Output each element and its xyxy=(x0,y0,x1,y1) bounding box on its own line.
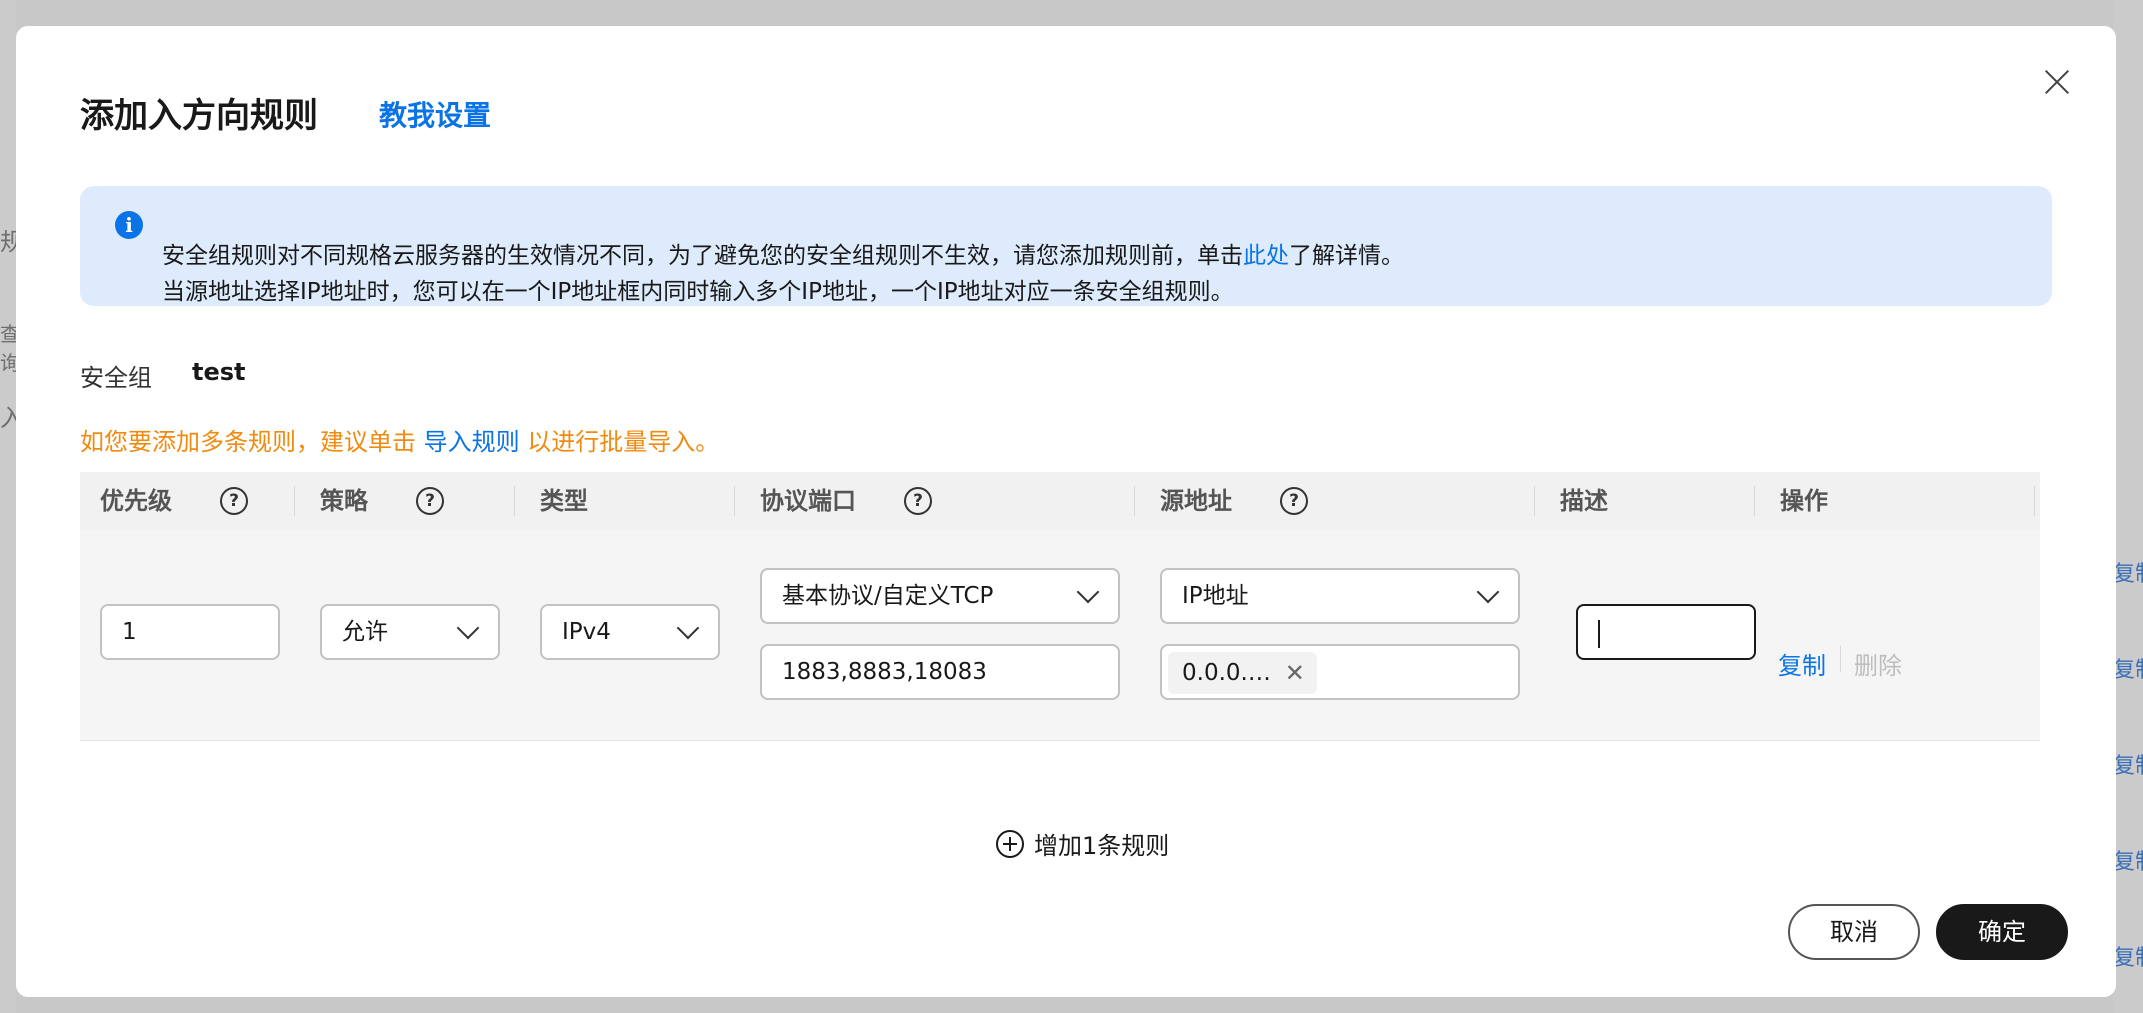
import-rules-link[interactable]: 导入规则 xyxy=(424,428,520,456)
type-select[interactable]: IPv4 xyxy=(540,604,720,660)
security-group-value: test xyxy=(192,358,246,386)
port-value: 1883,8883,18083 xyxy=(782,659,987,685)
protocol-value: 基本协议/自定义TCP xyxy=(782,583,994,609)
table-row: 1 允许 IPv4 基本协议/自定义TCP 1883,8883,18083 IP… xyxy=(80,530,2040,741)
security-group-label: 安全组 xyxy=(80,364,152,392)
chevron-down-icon xyxy=(676,616,700,640)
background-copy-link: 复制 xyxy=(2113,946,2143,971)
hint-text: 以进行批量导入。 xyxy=(519,428,720,456)
hint-text: 如您要添加多条规则，建议单击 xyxy=(80,428,424,456)
column-divider xyxy=(514,486,515,516)
header-priority: 优先级 xyxy=(100,487,172,515)
info-icon: i xyxy=(115,211,143,239)
header-action: 操作 xyxy=(1780,487,1828,515)
notice-text: 了解详情。 xyxy=(1289,243,1404,269)
ip-tag-value: 0.0.0.… xyxy=(1182,660,1271,686)
priority-value: 1 xyxy=(122,619,137,645)
remove-tag-icon[interactable]: ✕ xyxy=(1285,652,1305,694)
priority-help-icon[interactable]: ? xyxy=(220,487,248,515)
dialog-title: 添加入方向规则 xyxy=(80,96,318,136)
source-type-value: IP地址 xyxy=(1182,583,1249,609)
priority-input[interactable]: 1 xyxy=(100,604,280,660)
info-notice: i 安全组规则对不同规格云服务器的生效情况不同，为了避免您的安全组规则不生效，请… xyxy=(80,186,2052,306)
header-policy: 策略 xyxy=(320,487,368,515)
column-divider xyxy=(294,486,295,516)
header-source: 源地址 xyxy=(1160,487,1232,515)
add-inbound-rule-dialog: 添加入方向规则 教我设置 i 安全组规则对不同规格云服务器的生效情况不同，为了避… xyxy=(16,26,2116,997)
plus-circle-icon xyxy=(996,830,1024,858)
add-rule-button[interactable]: 增加1条规则 xyxy=(996,826,1169,861)
notice-line-2: 当源地址选择IP地址时，您可以在一个IP地址框内同时输入多个IP地址，一个IP地… xyxy=(162,279,1234,305)
chevron-down-icon xyxy=(456,616,480,640)
source-ip-input[interactable]: 0.0.0.… ✕ xyxy=(1160,644,1520,700)
description-input[interactable] xyxy=(1576,604,1756,660)
notice-line-1: 安全组规则对不同规格云服务器的生效情况不同，为了避免您的安全组规则不生效，请您添… xyxy=(162,236,1404,270)
background-copy-link: 复制 xyxy=(2113,850,2143,875)
ip-tag: 0.0.0.… ✕ xyxy=(1168,652,1317,694)
policy-select[interactable]: 允许 xyxy=(320,604,500,660)
rules-table-header: 优先级 ? 策略 ? 类型 协议端口 ? 源地址 ? 描述 操作 xyxy=(80,472,2040,530)
column-divider xyxy=(2034,486,2035,516)
notice-text: 安全组规则对不同规格云服务器的生效情况不同，为了避免您的安全组规则不生效，请您添… xyxy=(162,243,1243,269)
source-type-select[interactable]: IP地址 xyxy=(1160,568,1520,624)
background-page-left: 规 查询 入 xyxy=(0,0,24,1013)
column-divider xyxy=(1534,486,1535,516)
copy-rule-link[interactable]: 复制 xyxy=(1778,646,1826,681)
policy-value: 允许 xyxy=(342,619,388,645)
close-icon[interactable] xyxy=(2038,64,2078,104)
add-rule-label: 增加1条规则 xyxy=(1034,832,1170,860)
chevron-down-icon xyxy=(1076,580,1100,604)
teach-me-link[interactable]: 教我设置 xyxy=(379,94,491,134)
batch-import-hint: 如您要添加多条规则，建议单击 导入规则 以进行批量导入。 xyxy=(80,422,719,457)
column-divider xyxy=(1754,486,1755,516)
header-protocol-port: 协议端口 xyxy=(760,487,856,515)
background-copy-link: 复制 xyxy=(2113,562,2143,587)
header-type: 类型 xyxy=(540,487,588,515)
port-input[interactable]: 1883,8883,18083 xyxy=(760,644,1120,700)
confirm-button[interactable]: 确定 xyxy=(1936,904,2068,960)
background-copy-link: 复制 xyxy=(2113,754,2143,779)
column-divider xyxy=(1134,486,1135,516)
header-description: 描述 xyxy=(1560,487,1608,515)
text-cursor xyxy=(1598,620,1600,648)
source-help-icon[interactable]: ? xyxy=(1280,487,1308,515)
type-value: IPv4 xyxy=(562,619,611,645)
background-page-right: 复制 复制 复制 复制 复制 xyxy=(2113,0,2143,1013)
protocol-port-help-icon[interactable]: ? xyxy=(904,487,932,515)
cancel-button[interactable]: 取消 xyxy=(1788,904,1920,960)
column-divider xyxy=(734,486,735,516)
protocol-select[interactable]: 基本协议/自定义TCP xyxy=(760,568,1120,624)
delete-rule-link[interactable]: 删除 xyxy=(1854,646,1902,681)
chevron-down-icon xyxy=(1476,580,1500,604)
policy-help-icon[interactable]: ? xyxy=(416,487,444,515)
action-divider xyxy=(1840,646,1841,672)
background-copy-link: 复制 xyxy=(2113,658,2143,683)
details-link[interactable]: 此处 xyxy=(1243,243,1289,269)
